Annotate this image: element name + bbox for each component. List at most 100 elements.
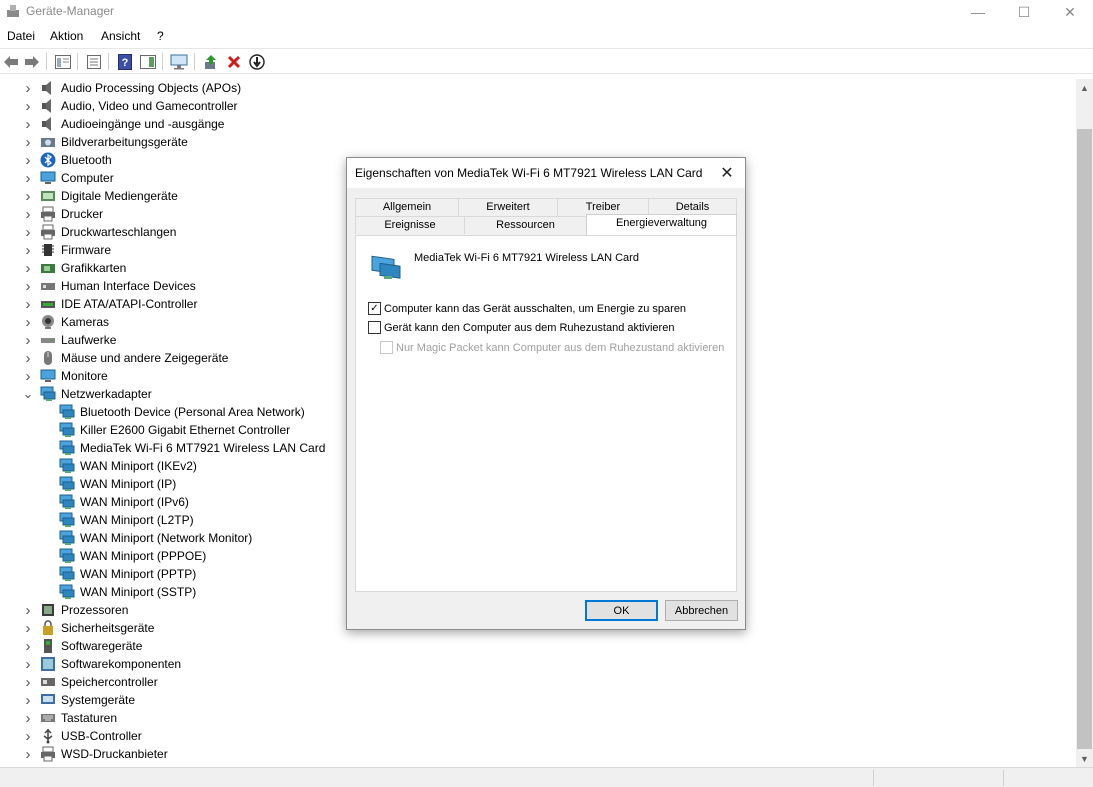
chevron-right-icon[interactable]: › [22, 710, 34, 727]
chevron-right-icon[interactable]: › [22, 80, 34, 97]
scroll-up-icon[interactable]: ▲ [1076, 79, 1093, 96]
tree-category-item[interactable]: › Speichercontroller [22, 673, 158, 691]
chevron-right-icon[interactable]: › [22, 728, 34, 745]
tab-erweitert[interactable]: Erweitert [458, 198, 558, 216]
uninstall-icon[interactable] [225, 53, 243, 70]
tree-child-item[interactable]: WAN Miniport (SSTP) [59, 583, 196, 601]
tree-category-item[interactable]: › Bluetooth [22, 151, 112, 169]
chevron-right-icon[interactable]: › [22, 134, 34, 151]
tree-child-item[interactable]: WAN Miniport (IKEv2) [59, 457, 197, 475]
chevron-right-icon[interactable]: › [22, 98, 34, 115]
menu-help[interactable]: ? [157, 29, 164, 43]
tree-category-item[interactable]: › USB-Controller [22, 727, 142, 745]
tree-child-item[interactable]: WAN Miniport (IPv6) [59, 493, 189, 511]
chevron-right-icon[interactable]: › [22, 224, 34, 241]
tree-category-item[interactable]: › Drucker [22, 205, 104, 223]
chevron-right-icon[interactable]: › [22, 116, 34, 133]
tree-category-item[interactable]: › Sicherheitsgeräte [22, 619, 155, 637]
tree-child-item[interactable]: WAN Miniport (PPTP) [59, 565, 196, 583]
chevron-right-icon[interactable]: › [22, 602, 34, 619]
vertical-scrollbar[interactable]: ▲ ▼ [1076, 79, 1093, 767]
chevron-right-icon[interactable]: › [22, 620, 34, 637]
disable-device-icon[interactable] [248, 53, 266, 70]
option-allow-wake[interactable]: Gerät kann den Computer aus dem Ruhezust… [368, 321, 674, 334]
tree-category-item[interactable]: › Monitore [22, 367, 108, 385]
tree-category-item[interactable]: › Audioeingänge und -ausgänge [22, 115, 225, 133]
menu-aktion[interactable]: Aktion [50, 29, 83, 43]
close-window-button[interactable]: ✕ [1047, 0, 1093, 24]
forward-arrow-icon[interactable] [23, 53, 41, 70]
chevron-down-icon[interactable]: ⌄ [22, 386, 34, 401]
minimize-button[interactable]: — [955, 0, 1001, 24]
chevron-right-icon[interactable]: › [22, 692, 34, 709]
properties-icon[interactable] [85, 53, 103, 70]
action-pane-icon[interactable] [139, 53, 157, 70]
option-allow-power-off[interactable]: ✓ Computer kann das Gerät ausschalten, u… [368, 302, 686, 315]
tree-category-item[interactable]: › Human Interface Devices [22, 277, 196, 295]
maximize-button[interactable]: ☐ [1001, 0, 1047, 24]
dialog-close-icon[interactable]: ✕ [717, 163, 737, 183]
tab-ereignisse[interactable]: Ereignisse [355, 216, 465, 234]
tree-child-item[interactable]: WAN Miniport (L2TP) [59, 511, 194, 529]
chevron-right-icon[interactable]: › [22, 188, 34, 205]
tree-category-item[interactable]: › Tastaturen [22, 709, 118, 727]
back-arrow-icon[interactable] [2, 53, 20, 70]
chevron-right-icon[interactable]: › [22, 206, 34, 223]
chevron-right-icon[interactable]: › [22, 746, 34, 763]
ok-button[interactable]: OK [585, 600, 658, 621]
tree-category-item[interactable]: › Prozessoren [22, 601, 129, 619]
tree-category-item[interactable]: › Softwaregeräte [22, 637, 143, 655]
tree-category-item[interactable]: › Digitale Mediengeräte [22, 187, 178, 205]
chevron-right-icon[interactable]: › [22, 638, 34, 655]
tree-category-item[interactable]: › Laufwerke [22, 331, 117, 349]
tree-category-item[interactable]: › Grafikkarten [22, 259, 127, 277]
tree-category-item[interactable]: › Kameras [22, 313, 110, 331]
chevron-right-icon[interactable]: › [22, 368, 34, 385]
tree-category-item[interactable]: › Mäuse und andere Zeigegeräte [22, 349, 229, 367]
tab-energieverwaltung[interactable]: Energieverwaltung [586, 214, 737, 235]
help-icon[interactable]: ? [116, 53, 134, 70]
chevron-right-icon[interactable]: › [22, 260, 34, 277]
tree-category-item[interactable]: ⌄ Netzwerkadapter [22, 385, 152, 403]
tree-child-item[interactable]: WAN Miniport (IP) [59, 475, 176, 493]
tree-category-item[interactable]: › Audio, Video und Gamecontroller [22, 97, 238, 115]
cancel-button[interactable]: Abbrechen [665, 600, 738, 621]
chevron-right-icon[interactable]: › [22, 350, 34, 367]
update-driver-icon[interactable] [202, 53, 220, 70]
tree-category-item[interactable]: › Systemgeräte [22, 691, 136, 709]
chevron-right-icon[interactable]: › [22, 278, 34, 295]
tree-category-item[interactable]: › Audio Processing Objects (APOs) [22, 79, 242, 97]
chevron-right-icon[interactable]: › [22, 242, 34, 259]
show-hide-tree-icon[interactable] [54, 53, 72, 70]
tree-category-item[interactable]: › WSD-Druckanbieter [22, 745, 168, 763]
chevron-right-icon[interactable]: › [22, 656, 34, 673]
scroll-down-icon[interactable]: ▼ [1076, 750, 1093, 767]
tree-child-item[interactable]: WAN Miniport (PPPOE) [59, 547, 206, 565]
tree-child-item[interactable]: Bluetooth Device (Personal Area Network) [59, 403, 305, 421]
tree-category-item[interactable]: › IDE ATA/ATAPI-Controller [22, 295, 198, 313]
chevron-right-icon[interactable]: › [22, 296, 34, 313]
tree-child-item[interactable]: MediaTek Wi-Fi 6 MT7921 Wireless LAN Car… [59, 439, 325, 457]
tree-child-item[interactable]: WAN Miniport (Network Monitor) [59, 529, 252, 547]
checkbox-allow-power-off[interactable]: ✓ [368, 302, 381, 315]
chevron-right-icon[interactable]: › [22, 314, 34, 331]
monitor-icon[interactable] [170, 53, 188, 70]
network-adapter-icon [371, 255, 401, 279]
tree-category-item[interactable]: › Computer [22, 169, 114, 187]
tab-allgemein[interactable]: Allgemein [355, 198, 459, 216]
chevron-right-icon[interactable]: › [22, 332, 34, 349]
tree-category-item[interactable]: › Softwarekomponenten [22, 655, 182, 673]
menu-ansicht[interactable]: Ansicht [101, 29, 140, 43]
tree-category-item[interactable]: › Firmware [22, 241, 112, 259]
scroll-thumb[interactable] [1077, 129, 1092, 749]
checkbox-allow-wake[interactable] [368, 321, 381, 334]
status-bar [0, 767, 1093, 787]
chevron-right-icon[interactable]: › [22, 152, 34, 169]
chevron-right-icon[interactable]: › [22, 170, 34, 187]
tree-child-item[interactable]: Killer E2600 Gigabit Ethernet Controller [59, 421, 290, 439]
tab-ressourcen[interactable]: Ressourcen [464, 216, 587, 234]
tree-category-item[interactable]: › Druckwarteschlangen [22, 223, 177, 241]
menu-datei[interactable]: Datei [7, 29, 35, 43]
chevron-right-icon[interactable]: › [22, 674, 34, 691]
tree-category-item[interactable]: › Bildverarbeitungsgeräte [22, 133, 188, 151]
